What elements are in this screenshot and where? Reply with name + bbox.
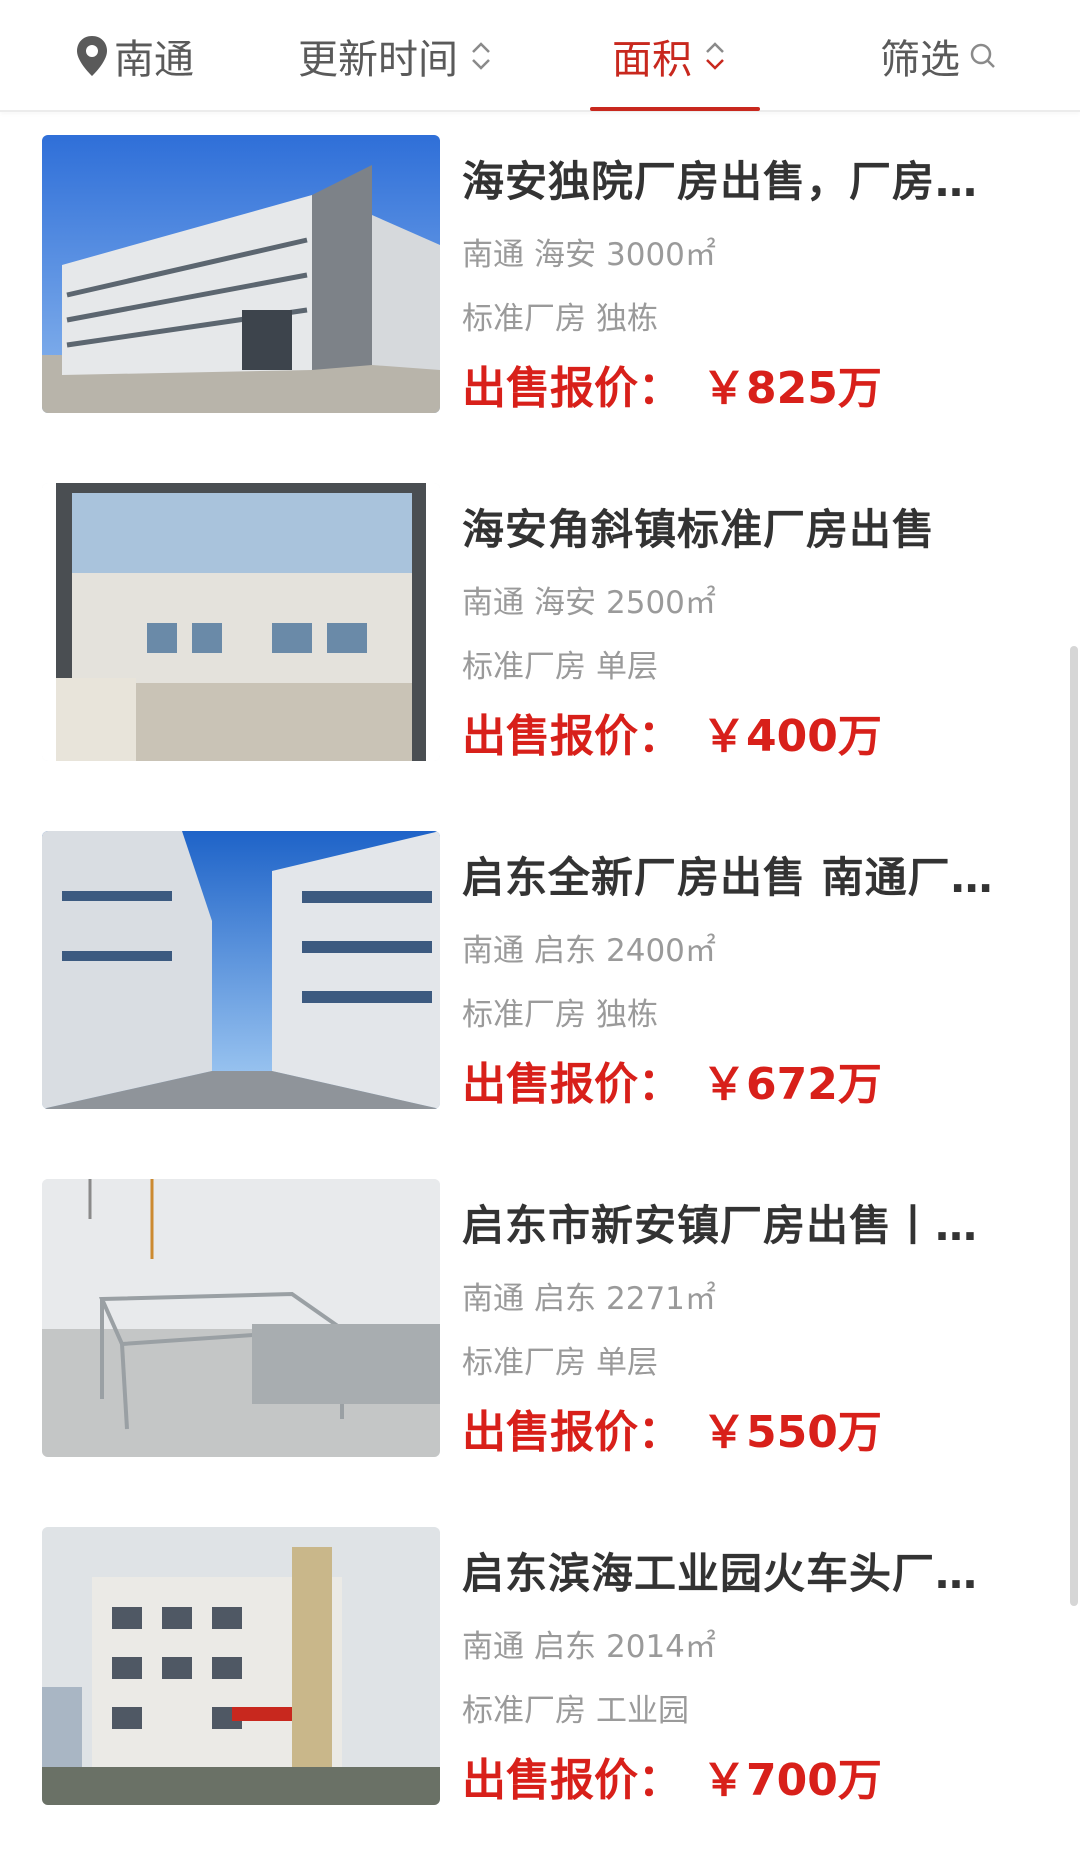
price-value: ￥550万 — [702, 1407, 882, 1458]
sort-chevrons-icon — [472, 42, 490, 70]
listing-structure-tag: 单层 — [596, 649, 658, 685]
location-label: 南通 — [114, 37, 194, 83]
filter-bar: 南通 更新时间 面积 筛选 — [0, 0, 1080, 112]
listing-photo[interactable] — [42, 1179, 440, 1457]
listing-price: 出售报价： ￥400万 — [462, 709, 882, 765]
listing-photo[interactable] — [42, 135, 440, 413]
scrollbar[interactable] — [1070, 646, 1078, 1606]
listing-city: 南通 — [462, 237, 524, 273]
listing-type-tag: 标准厂房 — [462, 649, 586, 685]
listing-photo[interactable] — [42, 483, 440, 761]
listing-area: 2500㎡ — [606, 585, 716, 621]
price-label: 出售报价： — [462, 711, 682, 762]
listing-city: 南通 — [462, 1629, 524, 1665]
listing-title[interactable]: 启东市新安镇厂房出售丨… — [462, 1199, 1018, 1253]
listing-district: 启东 — [534, 1629, 596, 1665]
price-label: 出售报价： — [462, 1755, 682, 1806]
listing-card[interactable]: 启东滨海工业园火车头厂… 南通 启东 2014㎡ 标准厂房 工业园 出售报价： ￥700… — [0, 1527, 1080, 1864]
listing-card[interactable]: 海安角斜镇标准厂房出售 南通 海安 2500㎡ 标准厂房 单层 出售报价： ￥400万 — [0, 483, 1080, 831]
listing-price: 出售报价： ￥825万 — [462, 361, 882, 417]
listing-location-area: 南通 启东 2271㎡ — [462, 1279, 716, 1319]
listing-structure-tag: 单层 — [596, 1345, 658, 1381]
listing-card[interactable]: 启东市新安镇厂房出售丨… 南通 启东 2271㎡ 标准厂房 单层 出售报价： ￥550万 — [0, 1179, 1080, 1527]
listing-district: 启东 — [534, 1281, 596, 1317]
price-value: ￥700万 — [702, 1755, 882, 1806]
location-filter[interactable]: 南通 — [74, 0, 194, 112]
price-label: 出售报价： — [462, 363, 682, 414]
listing-district: 海安 — [534, 237, 596, 273]
update-time-label: 更新时间 — [298, 37, 458, 83]
listing-tags: 标准厂房 工业园 — [462, 1691, 689, 1731]
listing-card[interactable]: 海安独院厂房出售，厂房… 南通 海安 3000㎡ 标准厂房 独栋 出售报价： ￥825万 — [0, 135, 1080, 483]
listing-structure-tag: 独栋 — [596, 301, 658, 337]
listing-title[interactable]: 海安独院厂房出售，厂房… — [462, 155, 1018, 209]
listing-location-area: 南通 海安 3000㎡ — [462, 235, 716, 275]
listing-price: 出售报价： ￥700万 — [462, 1753, 882, 1809]
listing-photo[interactable] — [42, 1527, 440, 1805]
filter-button[interactable]: 筛选 — [880, 0, 998, 112]
listing-card[interactable]: 启东全新厂房出售 南通厂… 南通 启东 2400㎡ 标准厂房 独栋 出售报价： ￥672… — [0, 831, 1080, 1179]
location-pin-icon — [77, 36, 107, 76]
price-value: ￥825万 — [702, 363, 882, 414]
listing-area: 2271㎡ — [606, 1281, 716, 1317]
listing-structure-tag: 工业园 — [596, 1693, 689, 1729]
price-value: ￥672万 — [702, 1059, 882, 1110]
listing-type-tag: 标准厂房 — [462, 1693, 586, 1729]
listing-city: 南通 — [462, 1281, 524, 1317]
listing-title[interactable]: 启东全新厂房出售 南通厂… — [462, 851, 1018, 905]
listing-type-tag: 标准厂房 — [462, 1345, 586, 1381]
listing-location-area: 南通 启东 2014㎡ — [462, 1627, 716, 1667]
price-label: 出售报价： — [462, 1407, 682, 1458]
price-value: ￥400万 — [702, 711, 882, 762]
update-time-sort[interactable]: 更新时间 — [298, 0, 494, 112]
active-tab-indicator — [590, 107, 760, 111]
listing-title[interactable]: 海安角斜镇标准厂房出售 — [462, 503, 1018, 557]
listing-photo[interactable] — [42, 831, 440, 1109]
listing-area: 2014㎡ — [606, 1629, 716, 1665]
listing-price: 出售报价： ￥672万 — [462, 1057, 882, 1113]
listing-type-tag: 标准厂房 — [462, 301, 586, 337]
listing-tags: 标准厂房 单层 — [462, 647, 658, 687]
listing-district: 启东 — [534, 933, 596, 969]
area-sort-label: 面积 — [612, 37, 692, 83]
listing-city: 南通 — [462, 933, 524, 969]
listing-structure-tag: 独栋 — [596, 997, 658, 1033]
listing-tags: 标准厂房 独栋 — [462, 995, 658, 1035]
listing-tags: 标准厂房 独栋 — [462, 299, 658, 339]
listing-district: 海安 — [534, 585, 596, 621]
listing-location-area: 南通 启东 2400㎡ — [462, 931, 716, 971]
listing-location-area: 南通 海安 2500㎡ — [462, 583, 716, 623]
sort-chevrons-icon — [706, 42, 724, 70]
listing-tags: 标准厂房 单层 — [462, 1343, 658, 1383]
listing-city: 南通 — [462, 585, 524, 621]
listing-type-tag: 标准厂房 — [462, 997, 586, 1033]
listing-area: 2400㎡ — [606, 933, 716, 969]
listing-title[interactable]: 启东滨海工业园火车头厂… — [462, 1547, 1018, 1601]
listing-page: 南通 更新时间 面积 筛选 海安独院厂房出售，厂房… 南通 海安 3000㎡ 标… — [0, 0, 1080, 1864]
listing-area: 3000㎡ — [606, 237, 716, 273]
price-label: 出售报价： — [462, 1059, 682, 1110]
search-icon — [970, 43, 995, 68]
area-sort[interactable]: 面积 — [612, 0, 728, 112]
listing-price: 出售报价： ￥550万 — [462, 1405, 882, 1461]
filter-label: 筛选 — [880, 37, 960, 83]
